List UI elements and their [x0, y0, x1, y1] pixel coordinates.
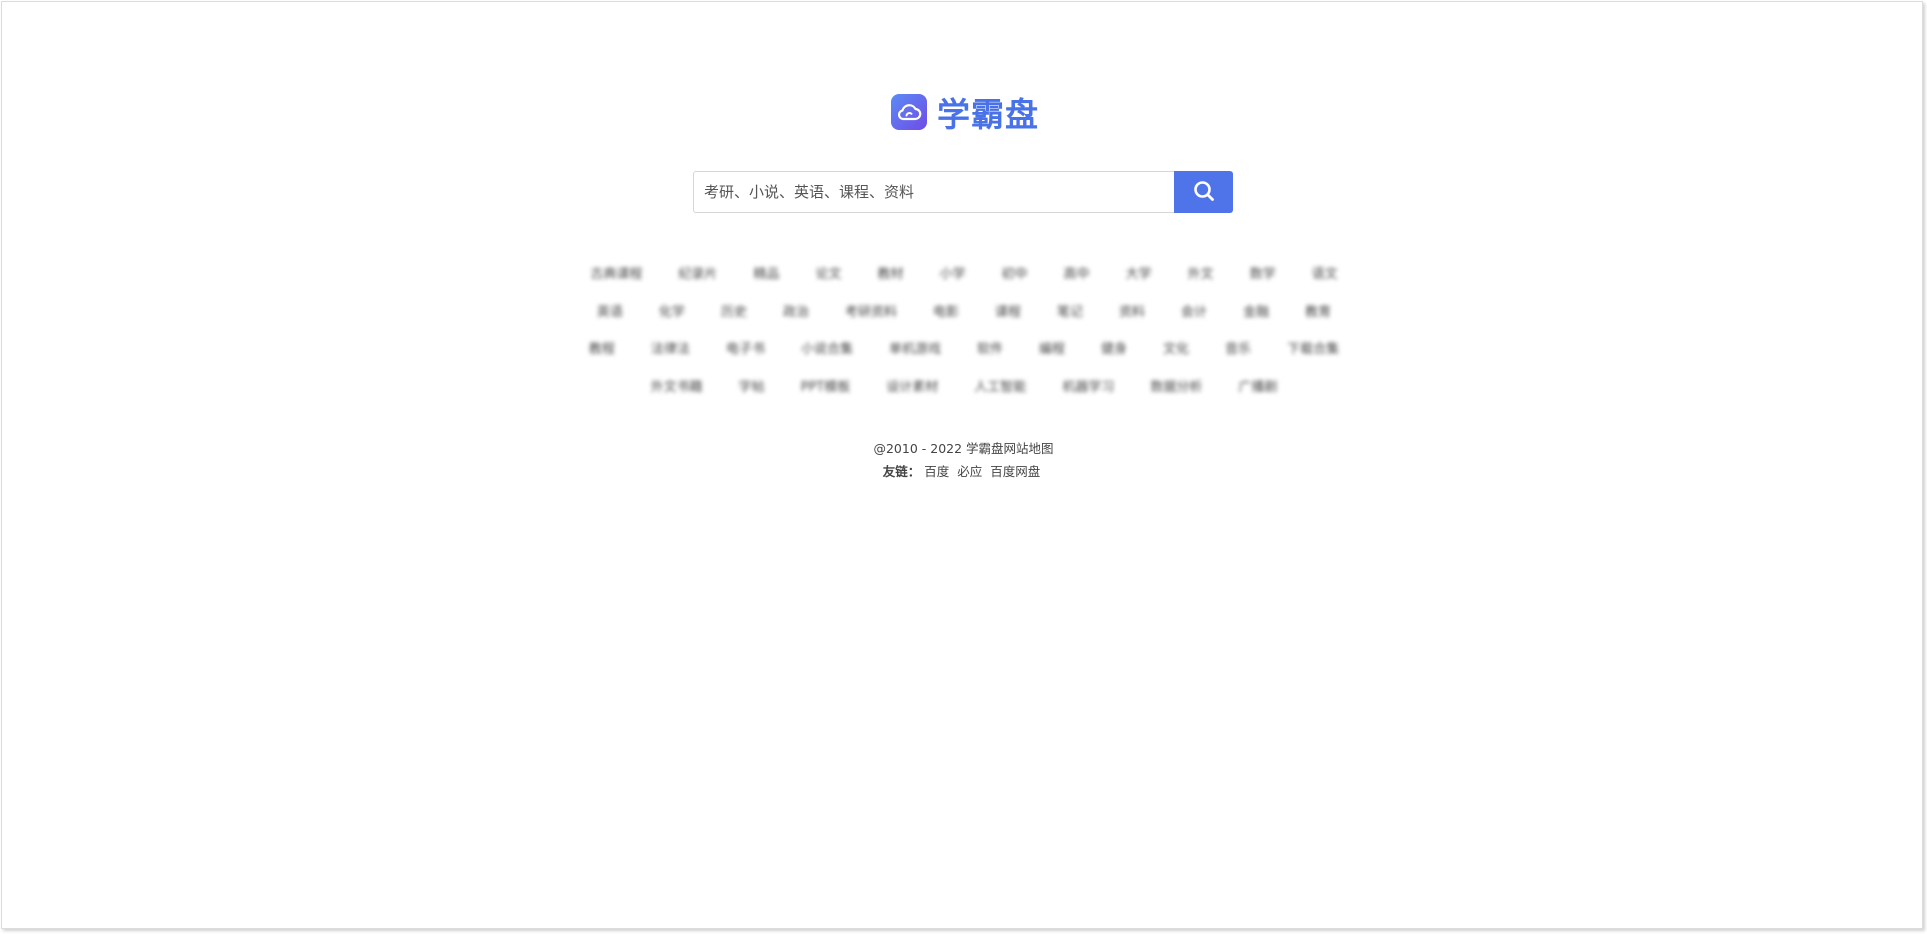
tag-link[interactable]: PPT模板 [783, 376, 869, 395]
tag-link[interactable]: 教育 [1287, 301, 1349, 320]
tag-link[interactable]: 电影 [915, 301, 977, 320]
tag-link[interactable]: 机器学习 [1044, 376, 1132, 395]
tag-link[interactable]: 资料 [1101, 301, 1163, 320]
tag-link[interactable]: 外文 [1170, 263, 1232, 282]
tag-link[interactable]: 古典课程 [572, 263, 660, 282]
tag-link[interactable]: 语文 [1294, 263, 1356, 282]
tag-link[interactable]: 小学 [921, 263, 983, 282]
tag-link[interactable]: 文化 [1145, 338, 1207, 357]
friend-link-baidu[interactable]: 百度 [924, 464, 949, 479]
site-name: 学霸盘 [937, 95, 1039, 134]
tag-link[interactable]: 大学 [1108, 263, 1170, 282]
tag-link[interactable]: 编程 [1021, 338, 1083, 357]
tag-link[interactable]: 数学 [1232, 263, 1294, 282]
footer: @2010 - 2022 学霸盘网站地图 友链： 百度 必应 百度网盘 [0, 437, 1927, 483]
tag-link[interactable]: 历史 [703, 301, 765, 320]
tag-row: 英语 化学 历史 政治 考研资料 电影 课程 笔记 资料 会计 金融 教育 [560, 292, 1368, 330]
tag-link[interactable]: 教程 [571, 338, 633, 357]
tag-row: 外文书籍 字帖 PPT模板 设计素材 人工智能 机器学习 数据分析 广播剧 [560, 367, 1368, 405]
tag-link[interactable]: 音乐 [1207, 338, 1269, 357]
tag-link[interactable]: 设计素材 [868, 376, 956, 395]
tag-link[interactable]: 化学 [641, 301, 703, 320]
cloud-icon [891, 94, 927, 130]
tag-link[interactable]: 小说合集 [783, 338, 871, 357]
tag-link[interactable]: 初中 [984, 263, 1046, 282]
tag-link[interactable]: 法律法 [633, 338, 708, 357]
tag-link[interactable]: 论文 [797, 263, 859, 282]
tag-link[interactable]: 软件 [959, 338, 1021, 357]
copyright-text: @2010 - 2022 学霸盘网站地图 [873, 441, 1054, 456]
tag-link[interactable]: 广播剧 [1220, 376, 1295, 395]
tag-link[interactable]: 考研资料 [827, 301, 915, 320]
tag-link[interactable]: 教材 [859, 263, 921, 282]
tag-link[interactable]: 会计 [1163, 301, 1225, 320]
tag-link[interactable]: 下载合集 [1269, 338, 1357, 357]
friend-link-bing[interactable]: 必应 [957, 464, 982, 479]
friend-links-label: 友链： [882, 464, 921, 479]
tag-link[interactable]: 笔记 [1039, 301, 1101, 320]
tag-link[interactable]: 人工智能 [956, 376, 1044, 395]
tag-link[interactable]: 高中 [1046, 263, 1108, 282]
search-input[interactable] [693, 171, 1174, 213]
tag-link[interactable]: 政治 [765, 301, 827, 320]
tag-link[interactable]: 健身 [1083, 338, 1145, 357]
tag-link[interactable]: 精品 [735, 263, 797, 282]
tag-link[interactable]: 数据分析 [1132, 376, 1220, 395]
hot-tags: 古典课程 纪录片 精品 论文 教材 小学 初中 高中 大学 外文 数学 语文 英… [560, 254, 1368, 404]
tag-row: 教程 法律法 电子书 小说合集 单机游戏 软件 编程 健身 文化 音乐 下载合集 [560, 329, 1368, 367]
tag-row: 古典课程 纪录片 精品 论文 教材 小学 初中 高中 大学 外文 数学 语文 [560, 254, 1368, 292]
friend-links: 友链： 百度 必应 百度网盘 [0, 460, 1927, 483]
tag-link[interactable]: 课程 [977, 301, 1039, 320]
tag-link[interactable]: 单机游戏 [871, 338, 959, 357]
search-bar [693, 171, 1233, 213]
tag-link[interactable]: 金融 [1225, 301, 1287, 320]
tag-link[interactable]: 英语 [579, 301, 641, 320]
site-logo[interactable]: 学霸盘 [891, 88, 1039, 136]
friend-link-baidu-pan[interactable]: 百度网盘 [990, 464, 1040, 479]
search-button[interactable] [1174, 171, 1233, 213]
tag-link[interactable]: 外文书籍 [633, 376, 721, 395]
search-icon [1193, 180, 1215, 205]
tag-link[interactable]: 字帖 [721, 376, 783, 395]
tag-link[interactable]: 纪录片 [660, 263, 735, 282]
tag-link[interactable]: 电子书 [708, 338, 783, 357]
